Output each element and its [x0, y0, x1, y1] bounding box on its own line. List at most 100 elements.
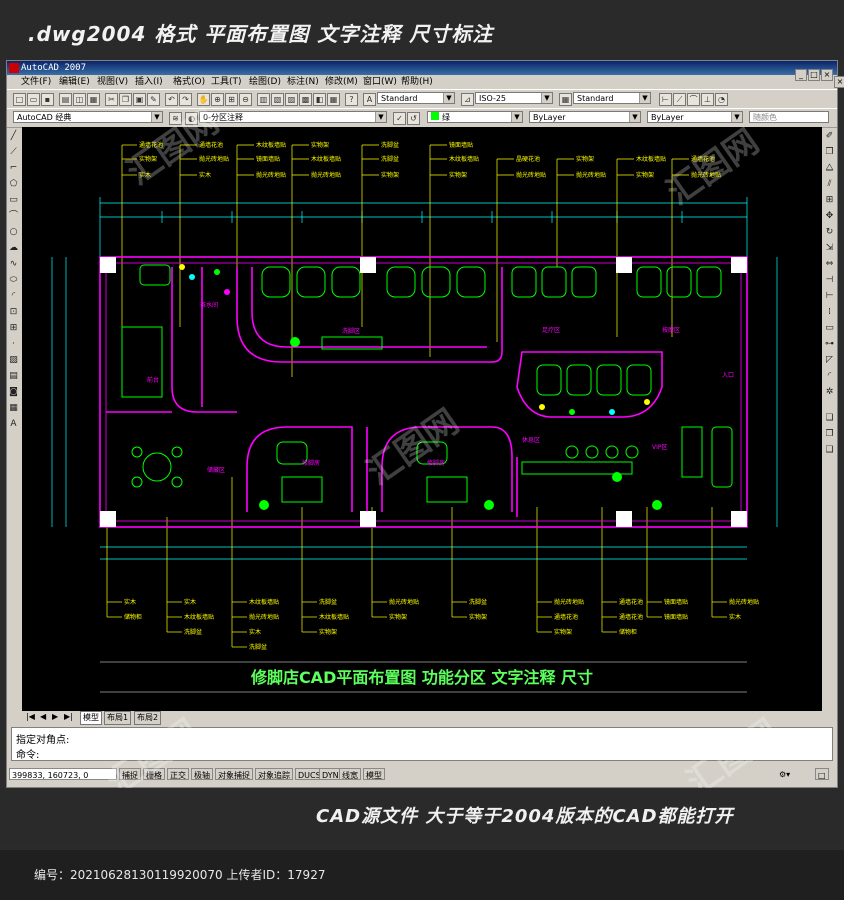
- break-icon[interactable]: ▭: [824, 323, 835, 334]
- extend-icon[interactable]: ⊢: [824, 291, 835, 302]
- send-back-icon[interactable]: ❑: [824, 445, 835, 456]
- break-point-icon[interactable]: ⁞: [824, 307, 835, 318]
- menu-help[interactable]: 帮助(H): [401, 75, 433, 89]
- table-style-icon[interactable]: ▦: [559, 93, 572, 106]
- offset-icon[interactable]: ⫽: [824, 179, 835, 190]
- tab-layout2[interactable]: 布局2: [134, 711, 162, 725]
- make-current-icon[interactable]: ✓: [393, 112, 406, 125]
- properties-icon[interactable]: ▥: [257, 93, 270, 106]
- menu-insert[interactable]: 插入(I): [135, 75, 163, 89]
- lineweight-select[interactable]: ByLayer ▼: [647, 111, 743, 123]
- tab-nav-prev-icon[interactable]: ◀: [40, 711, 46, 723]
- text-style-icon[interactable]: A: [363, 93, 376, 106]
- grid-toggle[interactable]: 栅格: [143, 768, 165, 780]
- lineweight-toggle[interactable]: 线宽: [339, 768, 361, 780]
- table-style-select[interactable]: Standard ▼: [573, 92, 651, 104]
- trim-icon[interactable]: ⊣: [824, 275, 835, 286]
- hatch-icon[interactable]: ▨: [8, 355, 19, 366]
- array-icon[interactable]: ⊞: [824, 195, 835, 206]
- publish-icon[interactable]: ▦: [87, 93, 100, 106]
- snap-toggle[interactable]: 捕捉: [119, 768, 141, 780]
- dim-radius-icon[interactable]: ◔: [715, 93, 728, 106]
- layer-select[interactable]: 0-分区注释 ▼: [199, 111, 387, 123]
- polar-toggle[interactable]: 极轴: [191, 768, 213, 780]
- tray-settings-icon[interactable]: ⚙▾: [777, 768, 793, 780]
- calculator-icon[interactable]: ▦: [327, 93, 340, 106]
- menu-view[interactable]: 视图(V): [97, 75, 128, 89]
- spline-icon[interactable]: ∿: [8, 259, 19, 270]
- line-icon[interactable]: ╱: [8, 131, 19, 142]
- tab-layout1[interactable]: 布局1: [104, 711, 132, 725]
- doc-close-button[interactable]: ×: [834, 76, 844, 88]
- erase-icon[interactable]: ✐: [824, 131, 835, 142]
- insert-block-icon[interactable]: ⊡: [8, 307, 19, 318]
- join-icon[interactable]: ⊶: [824, 339, 835, 350]
- stretch-icon[interactable]: ⇔: [824, 259, 835, 270]
- dim-linear-icon[interactable]: ⊢: [659, 93, 672, 106]
- bring-front-icon[interactable]: ❐: [824, 429, 835, 440]
- table-icon[interactable]: ▦: [8, 403, 19, 414]
- model-toggle[interactable]: 模型: [363, 768, 385, 780]
- design-center-icon[interactable]: ▧: [271, 93, 284, 106]
- menu-file[interactable]: 文件(F): [21, 75, 51, 89]
- ellipse-arc-icon[interactable]: ◜: [8, 291, 19, 302]
- menu-dimension[interactable]: 标注(N): [287, 75, 319, 89]
- dim-aligned-icon[interactable]: ⟋: [673, 93, 686, 106]
- menu-tools[interactable]: 工具(T): [211, 75, 242, 89]
- tab-nav-next-icon[interactable]: ▶: [52, 711, 58, 723]
- scale-icon[interactable]: ⇲: [824, 243, 835, 254]
- save-icon[interactable]: ▪: [41, 93, 54, 106]
- paste-icon[interactable]: ▣: [133, 93, 146, 106]
- pan-icon[interactable]: ✋: [197, 93, 210, 106]
- menu-format[interactable]: 格式(O): [173, 75, 205, 89]
- dim-ordinate-icon[interactable]: ⊥: [701, 93, 714, 106]
- draw-order-icon[interactable]: ❏: [824, 413, 835, 424]
- menu-window[interactable]: 窗口(W): [363, 75, 397, 89]
- point-icon[interactable]: ·: [8, 339, 19, 350]
- layer-previous-icon[interactable]: ↺: [407, 112, 420, 125]
- polyline-icon[interactable]: ⌐: [8, 163, 19, 174]
- match-properties-icon[interactable]: ✎: [147, 93, 160, 106]
- help-icon[interactable]: ?: [345, 93, 358, 106]
- clean-screen-icon[interactable]: □: [815, 768, 829, 780]
- arc-icon[interactable]: ⌒: [8, 211, 19, 222]
- zoom-previous-icon[interactable]: ⊖: [239, 93, 252, 106]
- tab-nav-first-icon[interactable]: |◀: [26, 711, 35, 723]
- move-icon[interactable]: ✥: [824, 211, 835, 222]
- revision-cloud-icon[interactable]: ☁: [8, 243, 19, 254]
- plotstyle-select[interactable]: 随颜色: [749, 111, 829, 123]
- gradient-icon[interactable]: ▤: [8, 371, 19, 382]
- dim-arc-icon[interactable]: ⌒: [687, 93, 700, 106]
- circle-icon[interactable]: ○: [8, 227, 19, 238]
- polygon-icon[interactable]: ⬠: [8, 179, 19, 190]
- drawing-canvas[interactable]: 通墙花池 实物架 实木 通墙花池 抛光砖地贴 实木 木纹板墙贴 镜面墙贴 抛光砖地贴 实物架…: [22, 127, 822, 711]
- tab-nav-last-icon[interactable]: ▶|: [64, 711, 73, 723]
- menu-modify[interactable]: 修改(M): [325, 75, 358, 89]
- tool-palettes-icon[interactable]: ▨: [285, 93, 298, 106]
- copy-icon[interactable]: ❐: [119, 93, 132, 106]
- tab-model[interactable]: 模型: [80, 711, 102, 725]
- workspace-select[interactable]: AutoCAD 经典 ▼: [13, 111, 163, 123]
- open-icon[interactable]: ▭: [27, 93, 40, 106]
- region-icon[interactable]: ◙: [8, 387, 19, 398]
- cut-icon[interactable]: ✂: [105, 93, 118, 106]
- dim-style-icon[interactable]: ⊿: [461, 93, 474, 106]
- markup-icon[interactable]: ◧: [313, 93, 326, 106]
- osnap-toggle[interactable]: 对象捕捉: [215, 768, 253, 780]
- color-select[interactable]: 绿 ▼: [427, 111, 523, 123]
- construction-line-icon[interactable]: ⟋: [8, 147, 19, 158]
- undo-icon[interactable]: ↶: [165, 93, 178, 106]
- ellipse-icon[interactable]: ⬭: [8, 275, 19, 286]
- chamfer-icon[interactable]: ◸: [824, 355, 835, 366]
- rotate-icon[interactable]: ↻: [824, 227, 835, 238]
- mirror-icon[interactable]: ⧋: [824, 163, 835, 174]
- print-icon[interactable]: ▤: [59, 93, 72, 106]
- menu-edit[interactable]: 编辑(E): [59, 75, 90, 89]
- new-icon[interactable]: □: [13, 93, 26, 106]
- sheet-set-icon[interactable]: ▩: [299, 93, 312, 106]
- zoom-realtime-icon[interactable]: ⊕: [211, 93, 224, 106]
- dim-style-select[interactable]: ISO-25 ▼: [475, 92, 553, 104]
- fillet-icon[interactable]: ◜: [824, 371, 835, 382]
- command-prompt[interactable]: 命令:: [16, 746, 39, 761]
- mtext-icon[interactable]: A: [8, 419, 19, 430]
